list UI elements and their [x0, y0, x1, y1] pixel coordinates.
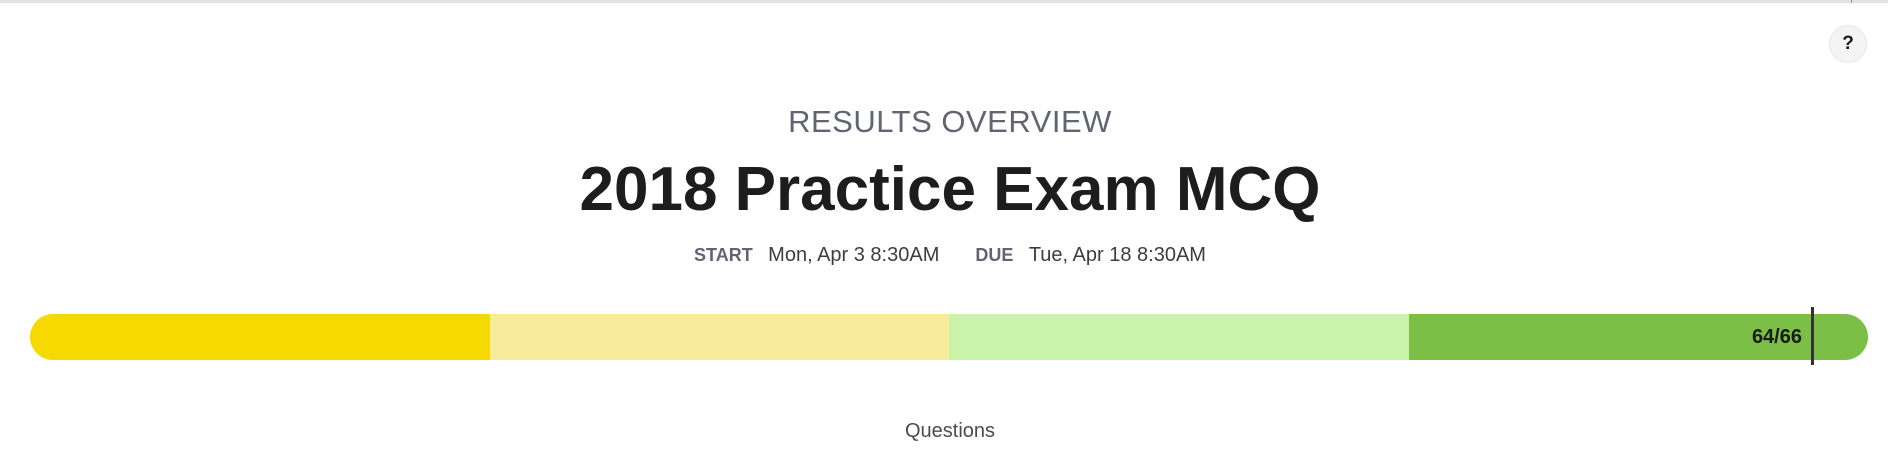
top-divider-tick [1851, 0, 1852, 3]
dates-row: START Mon, Apr 3 8:30AM DUE Tue, Apr 18 … [0, 244, 1888, 267]
help-icon: ? [1842, 33, 1854, 54]
progress-segment-2 [489, 314, 949, 360]
start-value: Mon, Apr 3 8:30AM [768, 244, 940, 266]
help-button[interactable]: ? [1829, 25, 1867, 63]
page-title: 2018 Practice Exam MCQ [579, 155, 1321, 224]
due-value: Tue, Apr 18 8:30AM [1028, 244, 1206, 266]
start-date-group: START Mon, Apr 3 8:30AM [694, 244, 939, 267]
top-divider [0, 0, 1888, 3]
due-label: DUE [975, 245, 1014, 265]
due-date-group: DUE Tue, Apr 18 8:30AM [975, 244, 1206, 267]
questions-label: Questions [904, 420, 996, 442]
score-marker [1811, 307, 1814, 365]
results-overview-label: RESULTS OVERVIEW [788, 104, 1112, 139]
score-text: 64/66 [1751, 326, 1802, 348]
score-progress-bar [30, 314, 1868, 360]
start-label: START [694, 245, 753, 265]
progress-segment-3 [949, 314, 1409, 360]
progress-segment-1 [30, 314, 490, 360]
